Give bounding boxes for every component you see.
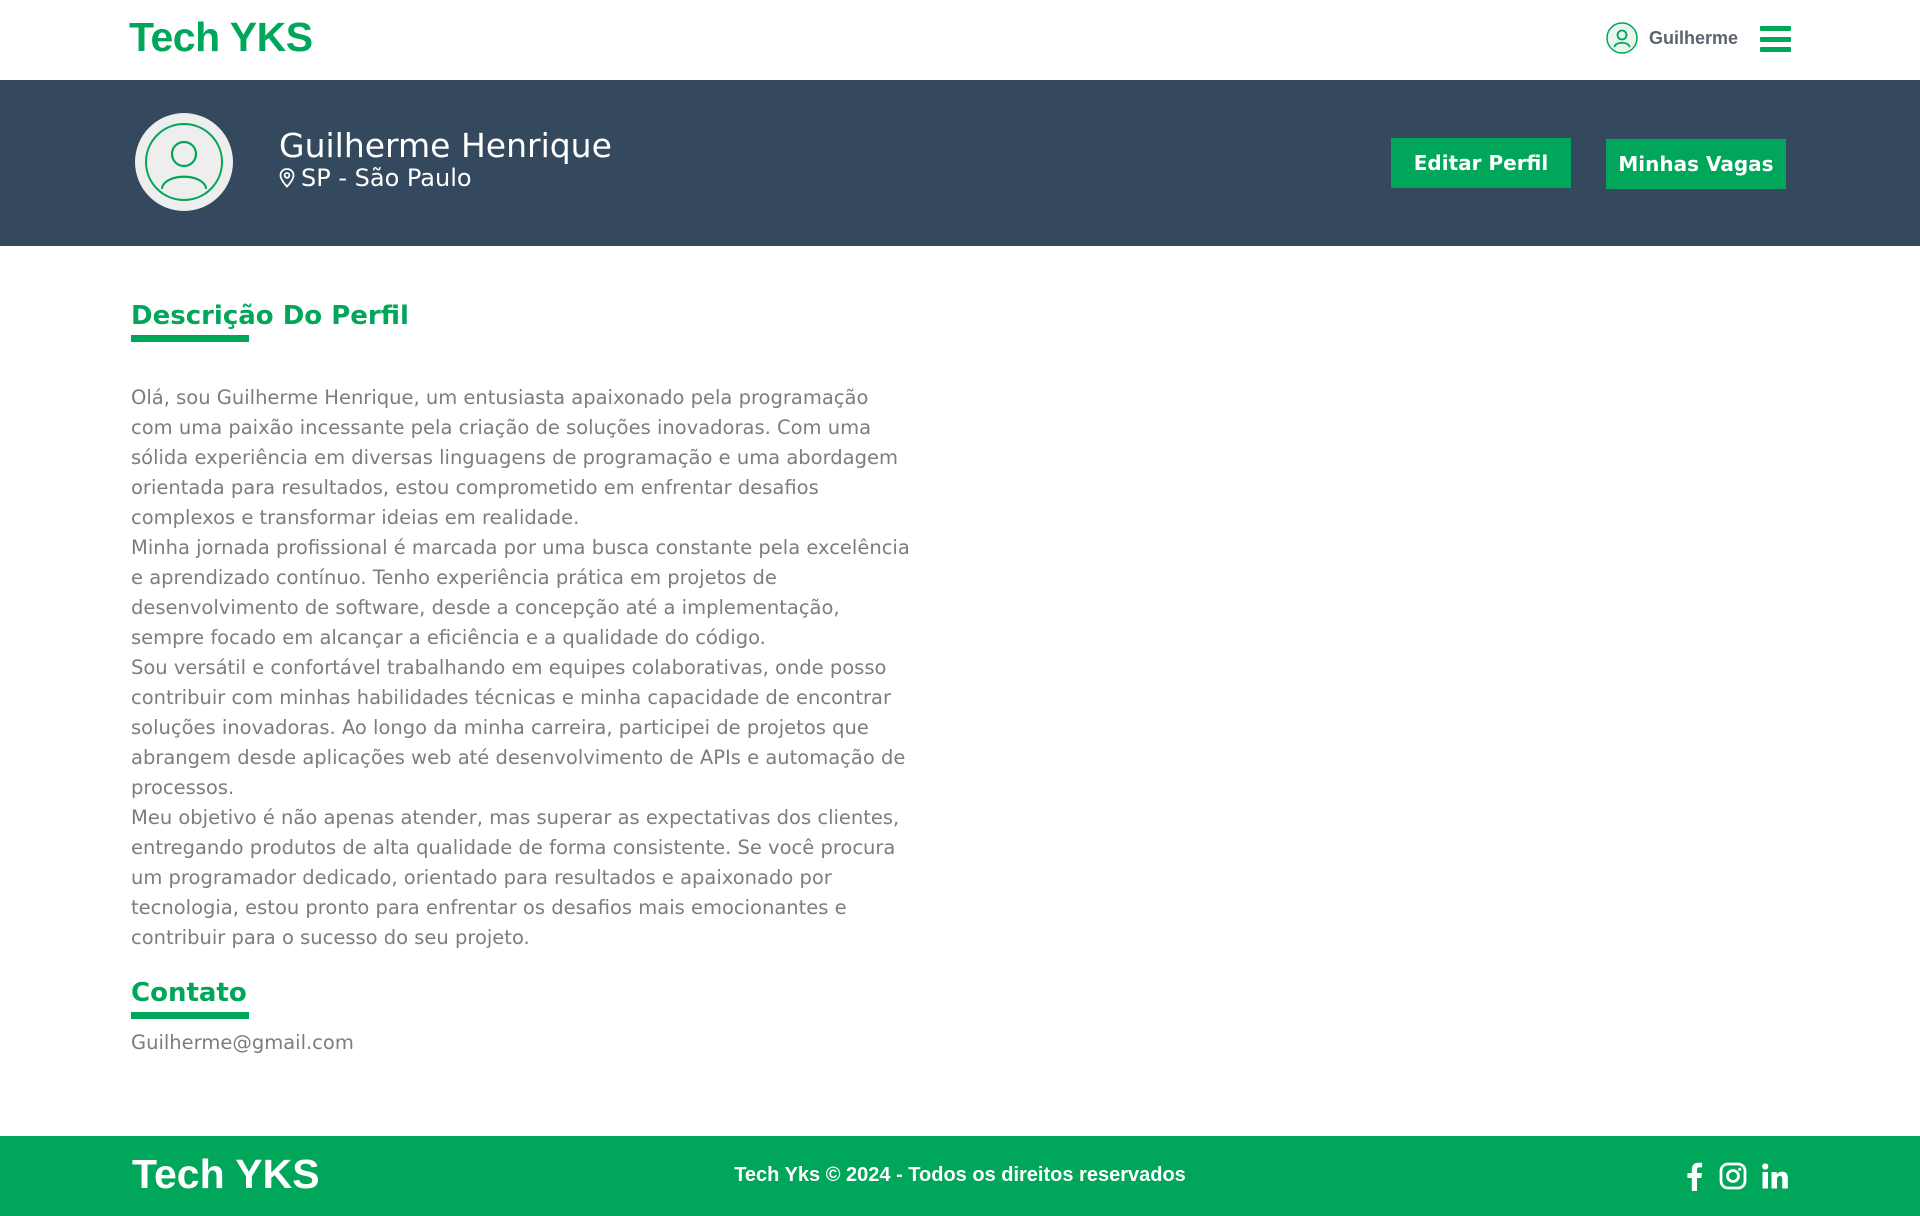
description-paragraph: Minha jornada profissional é marcada por…: [131, 536, 910, 649]
description-paragraph: Meu objetivo é não apenas atender, mas s…: [131, 806, 900, 949]
description-title-underline: [131, 335, 249, 342]
contact-title-underline: [131, 1012, 249, 1019]
facebook-icon[interactable]: [1683, 1158, 1705, 1194]
instagram-icon[interactable]: [1718, 1158, 1748, 1194]
contact-section-title: Contato: [131, 978, 247, 1008]
top-navbar: Tech YKS Guilherme: [0, 0, 1920, 80]
edit-profile-button[interactable]: Editar Perfil: [1391, 138, 1571, 188]
user-menu[interactable]: Guilherme: [1605, 21, 1738, 55]
description-section-title: Descrição Do Perfil: [131, 301, 409, 331]
profile-header: Guilherme Henrique SP - São Paulo Editar…: [0, 80, 1920, 246]
description-paragraph: Sou versátil e confortável trabalhando e…: [131, 656, 906, 799]
user-avatar-icon: [135, 113, 233, 211]
profile-location: SP - São Paulo: [279, 164, 472, 192]
description-paragraph: Olá, sou Guilherme Henrique, um entusias…: [131, 386, 898, 529]
site-footer: Tech YKS Tech Yks © 2024 - Todos os dire…: [0, 1136, 1920, 1216]
linkedin-icon[interactable]: [1760, 1158, 1790, 1194]
footer-copyright: Tech Yks © 2024 - Todos os direitos rese…: [734, 1164, 1186, 1186]
profile-description: Olá, sou Guilherme Henrique, um entusias…: [131, 383, 911, 953]
hamburger-menu-icon[interactable]: [1760, 26, 1791, 52]
my-jobs-button[interactable]: Minhas Vagas: [1606, 139, 1786, 189]
site-logo[interactable]: Tech YKS: [129, 14, 313, 61]
contact-email: Guilherme@gmail.com: [131, 1031, 354, 1054]
profile-location-text: SP - São Paulo: [301, 164, 472, 192]
user-circle-icon: [1605, 21, 1639, 55]
user-name-label: Guilherme: [1648, 27, 1738, 48]
profile-name: Guilherme Henrique: [279, 126, 612, 165]
map-pin-icon: [279, 168, 295, 188]
